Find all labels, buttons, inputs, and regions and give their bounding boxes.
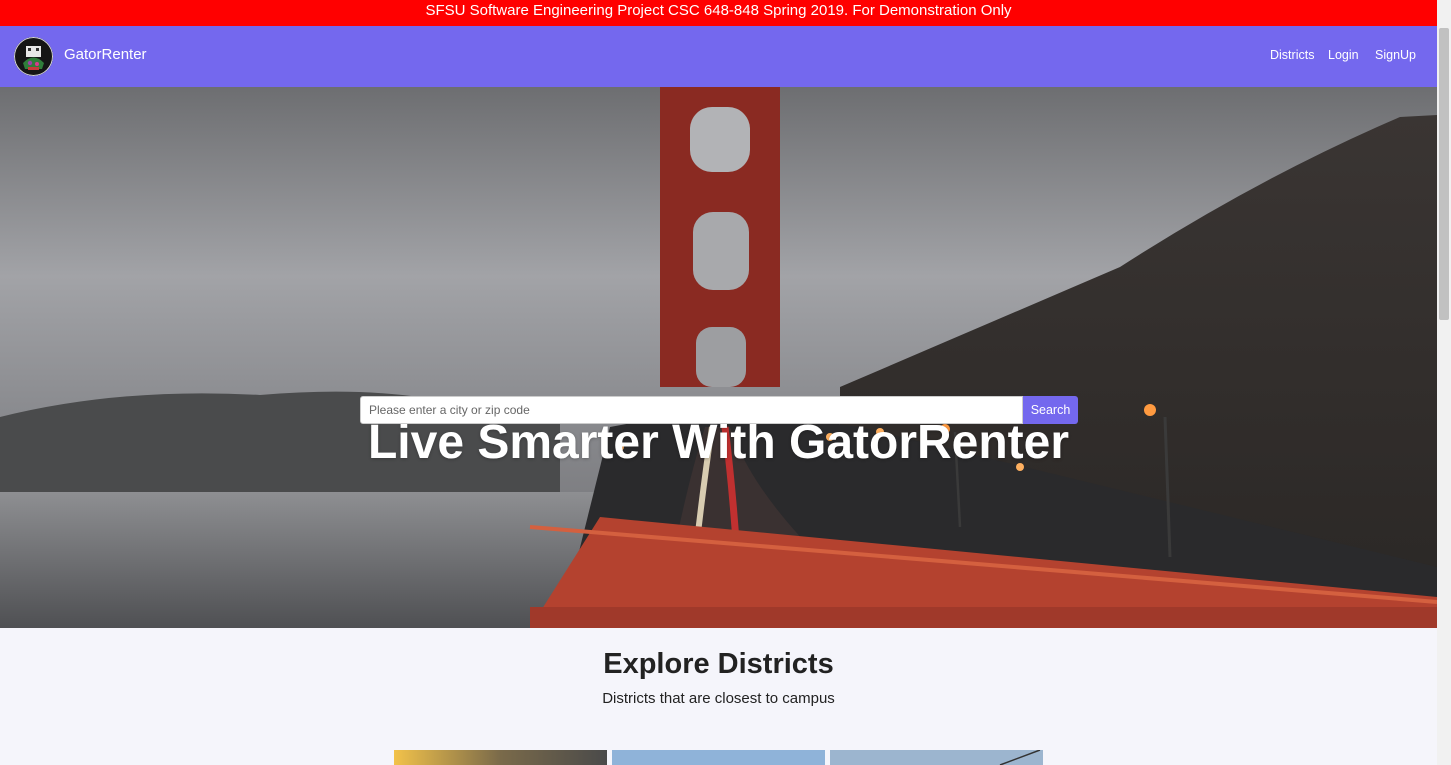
hero-background-image (0, 87, 1437, 628)
districts-title: Explore Districts (603, 648, 834, 680)
district-photo-1 (394, 750, 607, 765)
nav-link-signup[interactable]: SignUp (1375, 48, 1416, 62)
district-photo-2 (612, 750, 825, 765)
scrollbar-thumb[interactable] (1439, 28, 1449, 320)
navbar: GatorRenter Districts Login SignUp (0, 26, 1437, 87)
district-card[interactable] (394, 750, 607, 765)
district-card[interactable] (830, 750, 1043, 765)
nav-link-districts[interactable]: Districts (1270, 48, 1314, 62)
nav-link-login[interactable]: Login (1328, 48, 1359, 62)
gator-logo-icon[interactable] (14, 37, 53, 76)
search-input[interactable] (360, 396, 1023, 424)
demo-banner-text: SFSU Software Engineering Project CSC 64… (425, 2, 1012, 19)
district-photo-3 (830, 750, 1043, 765)
districts-subtitle: Districts that are closest to campus (602, 690, 835, 707)
hero-section: Live Smarter With GatorRenter (0, 87, 1437, 628)
search-button[interactable]: Search (1023, 396, 1078, 424)
district-card[interactable] (612, 750, 825, 765)
demo-banner: SFSU Software Engineering Project CSC 64… (0, 0, 1437, 26)
brand-name[interactable]: GatorRenter (64, 46, 147, 63)
